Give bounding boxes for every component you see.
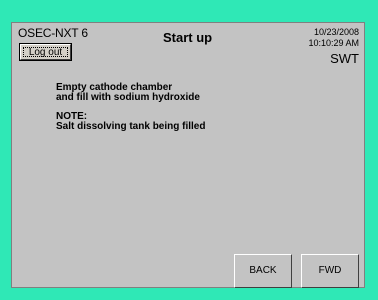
instruction-line-2: and fill with sodium hydroxide bbox=[56, 92, 200, 103]
fwd-button[interactable]: FWD bbox=[301, 254, 359, 288]
shift-label: SWT bbox=[330, 51, 359, 66]
main-panel: OSEC-NXT 6 Log out Start up 10/23/2008 1… bbox=[11, 22, 365, 288]
back-button[interactable]: BACK bbox=[234, 254, 292, 288]
instruction-text: Empty cathode chamber and fill with sodi… bbox=[56, 83, 205, 132]
datetime-display: 10/23/2008 10:10:29 AM bbox=[308, 27, 359, 49]
page-title: Start up bbox=[163, 30, 213, 45]
app-name: OSEC-NXT 6 bbox=[18, 26, 88, 40]
time-text: 10:10:29 AM bbox=[308, 38, 359, 48]
logout-button-label: Log out bbox=[23, 47, 68, 58]
date-text: 10/23/2008 bbox=[313, 27, 359, 37]
note-text: Salt dissolving tank being filled bbox=[56, 121, 206, 132]
logout-button[interactable]: Log out bbox=[19, 43, 72, 61]
